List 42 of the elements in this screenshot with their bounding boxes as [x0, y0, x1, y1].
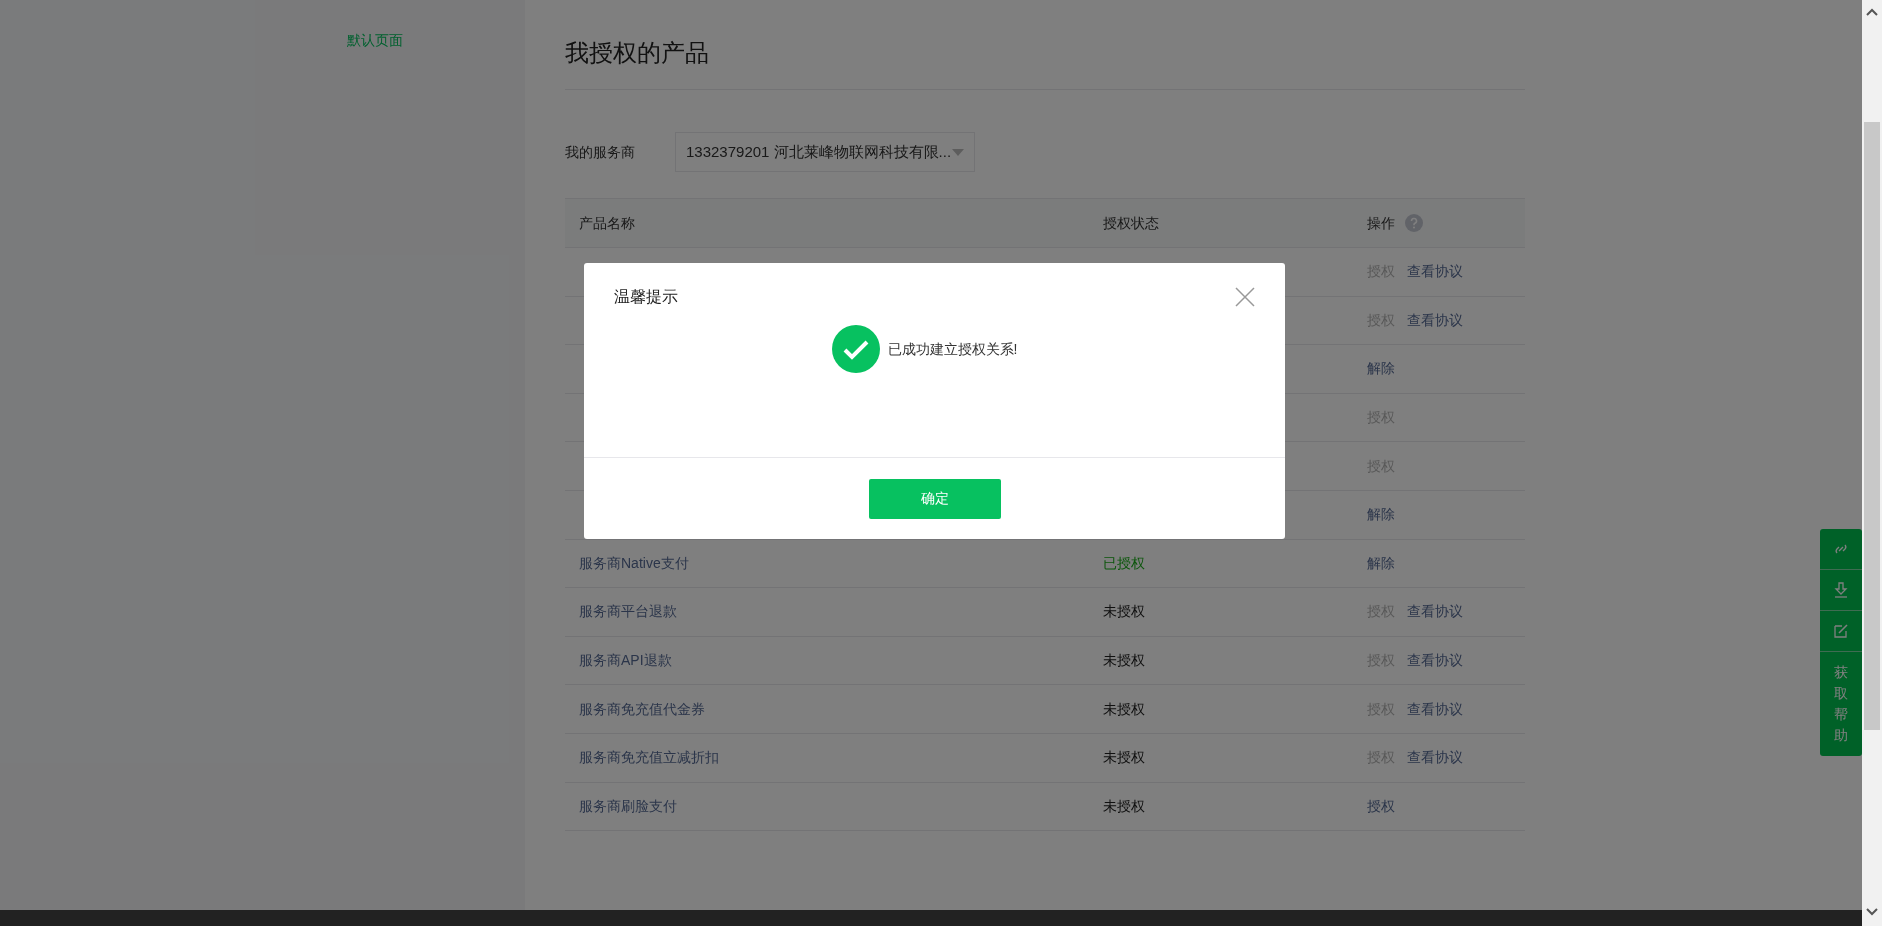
column-header: 操作 [1367, 213, 1395, 233]
column-header: 授权状态 [1103, 213, 1159, 233]
field-label: 我的服务商 [565, 142, 636, 162]
action-link[interactable]: 查看协议 [1407, 698, 1463, 720]
provider-select[interactable]: 1332379201 河北莱峰物联网科技有限... [675, 132, 975, 172]
scroll-thumb[interactable] [1864, 122, 1880, 730]
page-title: 我授权的产品 [565, 37, 709, 68]
action-link[interactable]: 解除 [1367, 504, 1395, 526]
action-link[interactable]: 授权 [1367, 795, 1395, 817]
dialog-title: 温馨提示 [614, 287, 678, 307]
status-text: 已授权 [1103, 554, 1145, 571]
action-link[interactable]: 查看协议 [1407, 601, 1463, 623]
dialog-message: 已成功建立授权关系! [887, 339, 1018, 359]
product-link[interactable]: 服务商Native支付 [579, 554, 689, 571]
column-header: 产品名称 [579, 213, 635, 233]
product-link[interactable]: 服务商免充值代金券 [579, 700, 705, 717]
scroll-up-icon[interactable] [1866, 8, 1878, 16]
status-text: 未授权 [1103, 749, 1145, 766]
action-link[interactable]: 解除 [1367, 552, 1395, 574]
help-icon[interactable] [1405, 214, 1423, 232]
product-link[interactable]: 服务商API退款 [579, 652, 672, 669]
status-text: 未授权 [1103, 603, 1145, 620]
action-link[interactable]: 查看协议 [1407, 309, 1463, 331]
product-link[interactable]: 服务商刷脸支付 [579, 797, 677, 814]
action-link[interactable]: 解除 [1367, 358, 1395, 380]
status-text: 未授权 [1103, 700, 1145, 717]
close-icon[interactable] [1235, 287, 1255, 307]
status-text: 未授权 [1103, 652, 1145, 669]
action-link[interactable]: 查看协议 [1407, 261, 1463, 283]
product-link[interactable]: 服务商免充值立减折扣 [579, 749, 719, 766]
product-link[interactable]: 服务商平台退款 [579, 603, 677, 620]
help-label[interactable]: 获取帮助 [1834, 662, 1848, 746]
sidebar-item[interactable]: 默认页面 [347, 30, 525, 51]
scroll-down-icon[interactable] [1866, 908, 1878, 916]
edit-icon[interactable] [1832, 622, 1850, 640]
confirm-button[interactable]: 确定 [868, 478, 1001, 519]
action-link[interactable]: 查看协议 [1407, 747, 1463, 769]
download-icon[interactable] [1832, 581, 1850, 599]
status-text: 未授权 [1103, 797, 1145, 814]
success-check-icon [831, 325, 880, 373]
caret-icon [952, 148, 964, 156]
action-link[interactable]: 查看协议 [1407, 650, 1463, 672]
